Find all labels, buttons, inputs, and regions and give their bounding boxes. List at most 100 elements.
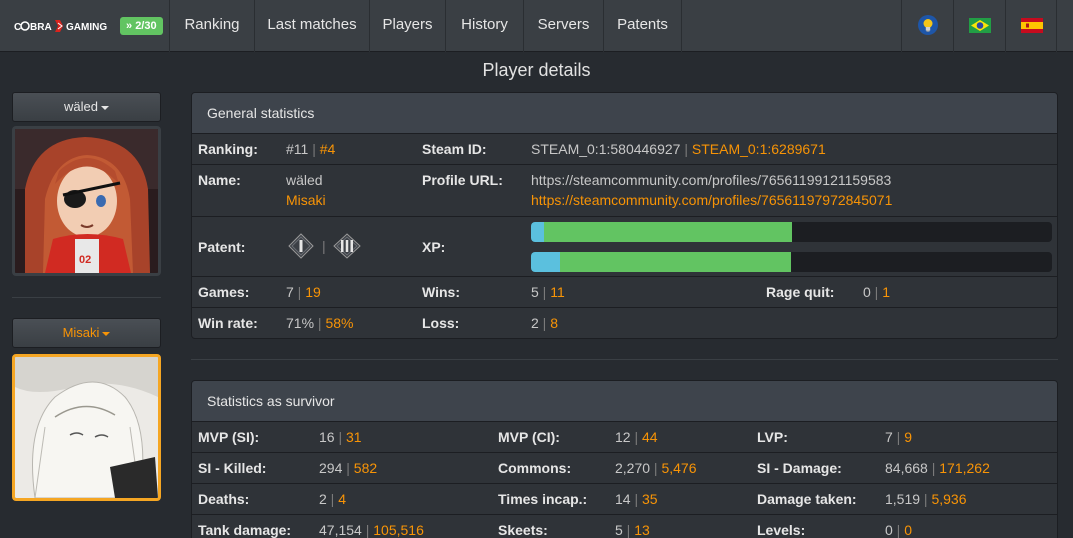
sidebar-divider — [12, 297, 161, 298]
nav-patents[interactable]: Patents — [603, 0, 682, 52]
nav-last-matches[interactable]: Last matches — [254, 0, 369, 52]
name-p1: wäled — [286, 172, 323, 188]
stat-value: 2,270 | 5,476 — [615, 460, 697, 476]
steamid-p2: STEAM_0:1:6289671 — [691, 141, 826, 157]
language-pt-br[interactable] — [953, 0, 1005, 52]
stat-p1: 84,668 — [885, 460, 928, 476]
caret-down-icon — [100, 105, 109, 110]
brazil-flag-icon — [969, 18, 991, 33]
steamid-p1: STEAM_0:1:580446927 — [531, 141, 681, 157]
loss-p1: 2 — [531, 315, 539, 331]
stat-p2: 9 — [904, 429, 913, 445]
games-row: Games: 7 | 19 Wins: 5 | 11 Rage quit: 0 … — [192, 277, 1057, 308]
stat-value: 12 | 44 — [615, 429, 658, 445]
lightbulb-icon — [918, 15, 938, 35]
stat-label: LVP: — [757, 429, 788, 445]
svg-text:BRA: BRA — [30, 22, 52, 33]
stat-p1: 1,519 — [885, 491, 921, 507]
nav-players[interactable]: Players — [369, 0, 445, 52]
steamid-label: Steam ID: — [422, 141, 487, 157]
nav-ranking[interactable]: Ranking — [169, 0, 254, 52]
player2-dropdown[interactable]: Misaki — [12, 318, 161, 348]
ragequit-p2: 1 — [882, 284, 891, 300]
player2-name: Misaki — [62, 325, 100, 340]
xp-bar-player2-green — [560, 252, 791, 272]
survivor-statistics-title: Statistics as survivor — [192, 381, 1057, 422]
stat-label: SI - Damage: — [757, 460, 842, 476]
stat-p2: 582 — [353, 460, 378, 476]
ragequit-value: 0 | 1 — [863, 284, 891, 300]
patent-rank-iii-icon — [333, 233, 361, 259]
caret-down-icon — [102, 331, 111, 336]
nav-servers[interactable]: Servers — [523, 0, 603, 52]
stat-p1: 5 — [615, 522, 623, 538]
ragequit-p1: 0 — [863, 284, 871, 300]
ragequit-label: Rage quit: — [766, 284, 835, 300]
stat-p2: 44 — [642, 429, 658, 445]
language-es[interactable] — [1005, 0, 1057, 52]
name-p2: Misaki — [286, 192, 326, 208]
stat-label: Deaths: — [198, 491, 250, 507]
name-label: Name: — [198, 172, 241, 188]
player1-dropdown[interactable]: wäled — [12, 92, 161, 122]
stat-value: 294 | 582 — [319, 460, 378, 476]
stat-p2: 35 — [642, 491, 658, 507]
loss-p2: 8 — [550, 315, 559, 331]
page-title: Player details — [482, 60, 591, 80]
stat-p2: 13 — [634, 522, 650, 538]
stat-value: 0 | 0 — [885, 522, 913, 538]
general-statistics-panel: General statistics Ranking: #11 | #4 Ste… — [191, 92, 1058, 339]
online-counter-badge: » 2/30 — [120, 17, 163, 35]
survivor-stat-row: SI - Killed: 294 | 582 Commons: 2,270 | 5,4… — [192, 453, 1057, 484]
ranking-row: Ranking: #11 | #4 Steam ID: STEAM_0:1:58… — [192, 134, 1057, 165]
stat-p1: 47,154 — [319, 522, 362, 538]
stat-p1: 0 — [885, 522, 893, 538]
stat-p1: 14 — [615, 491, 631, 507]
xp-bar-player1 — [531, 222, 1052, 242]
profile-url-p2[interactable]: https://steamcommunity.com/profiles/7656… — [531, 192, 892, 208]
xp-bar-player2-blue — [531, 252, 560, 272]
steamid-value: STEAM_0:1:580446927 | STEAM_0:1:6289671 — [531, 141, 826, 157]
loss-value: 2 | 8 — [531, 315, 559, 331]
stat-value: 16 | 31 — [319, 429, 362, 445]
panel-divider — [191, 359, 1058, 360]
survivor-stat-row: Tank damage: 47,154 | 105,516 Skeets: 5 | 1… — [192, 515, 1057, 538]
profile-url-p1[interactable]: https://steamcommunity.com/profiles/7656… — [531, 172, 891, 188]
stat-p2: 171,262 — [939, 460, 990, 476]
stat-value: 2 | 4 — [319, 491, 347, 507]
name-row: Name: wäled Misaki Profile URL: https://… — [192, 165, 1057, 217]
games-p2: 19 — [305, 284, 321, 300]
xp-bar-player2 — [531, 252, 1052, 272]
profile-url-label: Profile URL: — [422, 172, 503, 188]
survivor-stat-row: Deaths: 2 | 4 Times incap.: 14 | 35 Damage t… — [192, 484, 1057, 515]
stat-p2: 5,476 — [661, 460, 697, 476]
ranking-p2: #4 — [319, 141, 336, 157]
theme-toggle-button[interactable] — [901, 0, 953, 52]
stat-p2: 105,516 — [373, 522, 424, 538]
wins-p2: 11 — [550, 284, 565, 300]
brand-logo[interactable]: C BRA GAMING — [14, 17, 114, 35]
stat-p1: 16 — [319, 429, 335, 445]
stat-value: 1,519 | 5,936 — [885, 491, 967, 507]
patent-rank-i-icon — [288, 233, 314, 259]
stat-p2: 31 — [346, 429, 362, 445]
xp-bar-player1-blue — [531, 222, 544, 242]
counter-icon: » — [126, 20, 136, 32]
stat-p1: 294 — [319, 460, 343, 476]
survivor-statistics-panel: Statistics as survivor MVP (SI): 16 | 31 M… — [191, 380, 1058, 538]
survivor-stat-row: MVP (SI): 16 | 31 MVP (CI): 12 | 44 LVP: 7 | … — [192, 422, 1057, 453]
stat-p2: 5,936 — [931, 491, 967, 507]
wins-value: 5 | 11 — [531, 284, 565, 300]
games-value: 7 | 19 — [286, 284, 321, 300]
stat-p1: 2 — [319, 491, 327, 507]
xp-bar-player1-green — [544, 222, 792, 242]
stat-label: Commons: — [498, 460, 572, 476]
xp-label: XP: — [422, 239, 446, 255]
stat-label: MVP (SI): — [198, 429, 260, 445]
ranking-p1: #11 — [286, 141, 309, 157]
stat-p2: 4 — [338, 491, 347, 507]
svg-text:02: 02 — [79, 254, 91, 266]
stat-value: 7 | 9 — [885, 429, 913, 445]
stat-label: Levels: — [757, 522, 806, 538]
nav-history[interactable]: History — [445, 0, 523, 52]
